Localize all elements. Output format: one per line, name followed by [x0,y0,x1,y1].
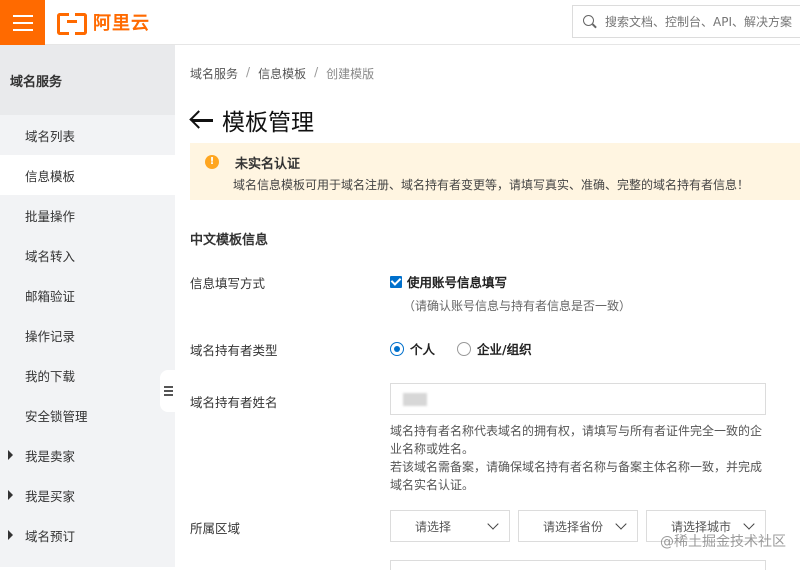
next-input-partial[interactable] [390,560,766,570]
sidebar-item-security-lock[interactable]: 安全锁管理 [0,395,175,435]
menu-button[interactable] [0,0,45,45]
radio-label-organization[interactable]: 企业/组织 [477,339,532,358]
chevron-down-icon [487,518,498,529]
sidebar-item-domain-list[interactable]: 域名列表 [0,115,175,155]
breadcrumb-item[interactable]: 信息模板 [258,65,306,82]
collapse-icon [164,390,173,392]
province-select[interactable]: 请选择省份 [518,510,638,542]
holder-type-radio-group: 个人 企业/组织 [390,339,532,358]
alert-title: 未实名认证 [235,153,300,172]
chevron-down-icon [743,518,754,529]
sidebar-item-batch-ops[interactable]: 批量操作 [0,195,175,235]
breadcrumb-current: 创建模版 [326,65,374,82]
region-label: 所属区域 [190,518,240,537]
alert-text: 域名信息模板可用于域名注册、域名持有者变更等，请填写真实、准确、完整的域名持有者… [233,176,749,193]
holder-type-label: 域名持有者类型 [190,340,278,359]
redacted-value [403,393,427,406]
select-value: 请选择 [415,518,451,535]
region-select[interactable]: 请选择 [390,510,510,542]
holder-name-desc-line: 域名持有者名称代表域名的拥有权，请填写与所有者证件完全一致的企业名称或姓名。 [390,422,770,458]
warning-alert: ! 未实名认证 域名信息模板可用于域名注册、域名持有者变更等，请填写真实、准确、… [190,143,800,200]
sidebar-item-my-downloads[interactable]: 我的下载 [0,355,175,395]
holder-name-label: 域名持有者姓名 [190,392,278,411]
page-header: 模板管理 [190,103,314,137]
holder-name-desc-line: 若该域名需备案，请确保域名持有者名称与备案主体名称一致，并完成域名实名认证。 [390,458,770,494]
sidebar-group-reservation[interactable]: 域名预订 [0,515,175,555]
page-title: 模板管理 [222,103,314,137]
menu-icon-line [13,22,33,24]
main-content: 域名服务 / 信息模板 / 创建模版 模板管理 ! 未实名认证 域名信息模板可用… [175,45,800,567]
sidebar-group-label: 域名预订 [25,526,75,545]
top-bar: 阿里云 [0,0,800,45]
menu-icon-line [13,15,33,17]
sidebar-group-label: 我是卖家 [25,446,75,465]
checkbox-checked-icon[interactable] [390,276,402,288]
sidebar-group-buyer[interactable]: 我是买家 [0,475,175,515]
breadcrumb-separator: / [246,65,250,82]
use-account-info-checkbox[interactable]: 使用账号信息填写 [390,272,507,291]
checkbox-label: 使用账号信息填写 [407,272,507,291]
sidebar-collapse-handle[interactable] [160,370,176,412]
holder-name-input[interactable] [390,383,766,415]
sidebar-group-label: 我是买家 [25,486,75,505]
sidebar-group-seller[interactable]: 我是卖家 [0,435,175,475]
checkbox-hint: （请确认账号信息与持有者信息是否一致） [403,297,631,314]
search-box[interactable] [572,5,800,38]
warning-icon: ! [205,155,219,169]
sidebar-title: 域名服务 [0,45,175,115]
caret-right-icon [8,450,13,460]
sidebar-item-info-template[interactable]: 信息模板 [0,155,175,195]
select-value: 请选择省份 [543,518,603,535]
search-input[interactable] [605,15,800,29]
sidebar-item-email-verify[interactable]: 邮箱验证 [0,275,175,315]
radio-individual[interactable] [390,342,404,356]
fill-method-label: 信息填写方式 [190,273,265,292]
chevron-down-icon [615,518,626,529]
holder-name-description: 域名持有者名称代表域名的拥有权，请填写与所有者证件完全一致的企业名称或姓名。 若… [390,422,770,494]
logo-text: 阿里云 [93,9,150,35]
radio-organization[interactable] [457,342,471,356]
search-icon [583,15,597,29]
menu-icon-line [13,29,33,31]
radio-label-individual[interactable]: 个人 [410,339,435,358]
breadcrumb-item[interactable]: 域名服务 [190,65,238,82]
section-title: 中文模板信息 [190,229,268,248]
watermark: @稀土掘金技术社区 [660,531,786,551]
caret-right-icon [8,490,13,500]
sidebar: 域名服务 域名列表 信息模板 批量操作 域名转入 邮箱验证 操作记录 我的下载 … [0,45,175,567]
breadcrumb-separator: / [314,65,318,82]
sidebar-item-operation-log[interactable]: 操作记录 [0,315,175,355]
aliyun-logo-icon [57,13,87,31]
back-arrow-icon[interactable] [190,110,214,130]
breadcrumb: 域名服务 / 信息模板 / 创建模版 [190,65,374,82]
caret-right-icon [8,530,13,540]
sidebar-item-domain-transfer[interactable]: 域名转入 [0,235,175,275]
aliyun-logo[interactable]: 阿里云 [57,10,150,34]
